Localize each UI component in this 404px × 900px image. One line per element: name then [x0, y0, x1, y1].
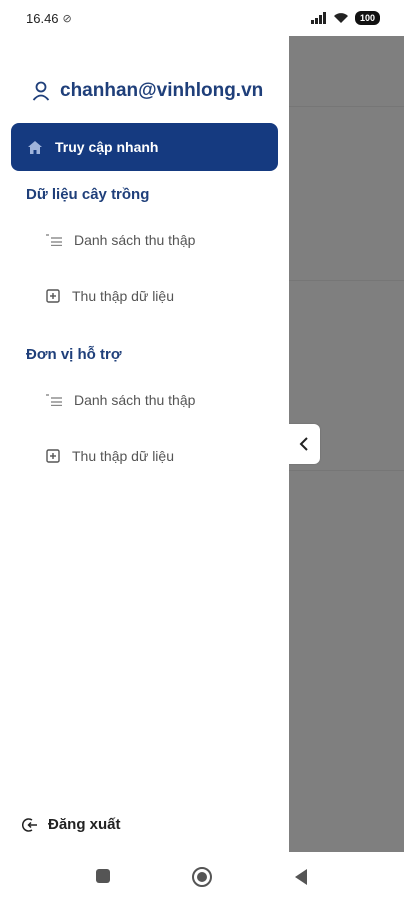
- menu-item-label: Danh sách thu thập: [74, 392, 196, 408]
- section-title-support-unit: Đơn vị hỗ trợ: [26, 346, 122, 363]
- divider: [289, 280, 404, 281]
- menu-item-label: Danh sách thu thập: [74, 232, 196, 248]
- status-time: 16.46: [26, 10, 59, 26]
- wifi-icon: [333, 13, 348, 23]
- logout-icon: [22, 817, 37, 832]
- logout-button[interactable]: Đăng xuất: [22, 816, 121, 833]
- nav-back-icon[interactable]: [293, 868, 309, 891]
- list-icon: [46, 234, 62, 246]
- sync-off-icon: ⊘: [62, 12, 72, 25]
- list-icon: [46, 394, 62, 406]
- menu-item-collection-list[interactable]: Danh sách thu thập: [46, 392, 195, 408]
- menu-item-label: Thu thập dữ liệu: [72, 288, 174, 304]
- home-icon: [28, 140, 42, 154]
- user-icon: [32, 81, 50, 101]
- quick-access-label: Truy cập nhanh: [55, 139, 159, 155]
- menu-item-collect-data[interactable]: Thu thập dữ liệu: [46, 448, 174, 464]
- status-bar: 16.46 ⊘ 100: [0, 0, 404, 36]
- quick-access-button[interactable]: Truy cập nhanh: [11, 123, 278, 171]
- divider: [289, 470, 404, 471]
- nav-home-icon[interactable]: [191, 866, 213, 893]
- add-box-icon: [46, 289, 60, 303]
- account-header: chanhan@vinhlong.vn: [32, 80, 263, 102]
- section-title-crop-data: Dữ liệu cây trồng: [26, 186, 150, 203]
- logout-label: Đăng xuất: [48, 816, 121, 833]
- menu-item-collection-list[interactable]: Danh sách thu thập: [46, 232, 195, 248]
- menu-item-collect-data[interactable]: Thu thập dữ liệu: [46, 288, 174, 304]
- nav-recent-icon[interactable]: [96, 869, 110, 883]
- menu-item-label: Thu thập dữ liệu: [72, 448, 174, 464]
- account-email: chanhan@vinhlong.vn: [60, 80, 264, 101]
- system-nav-bar: [0, 852, 404, 900]
- add-box-icon: [46, 449, 60, 463]
- navigation-drawer: chanhan@vinhlong.vn Truy cập nhanh Dữ li…: [0, 36, 289, 852]
- signal-icon: [310, 12, 326, 24]
- collapse-drawer-button[interactable]: [288, 424, 320, 464]
- divider: [289, 106, 404, 107]
- battery-indicator: 100: [354, 11, 380, 25]
- chevron-left-icon: [299, 437, 308, 451]
